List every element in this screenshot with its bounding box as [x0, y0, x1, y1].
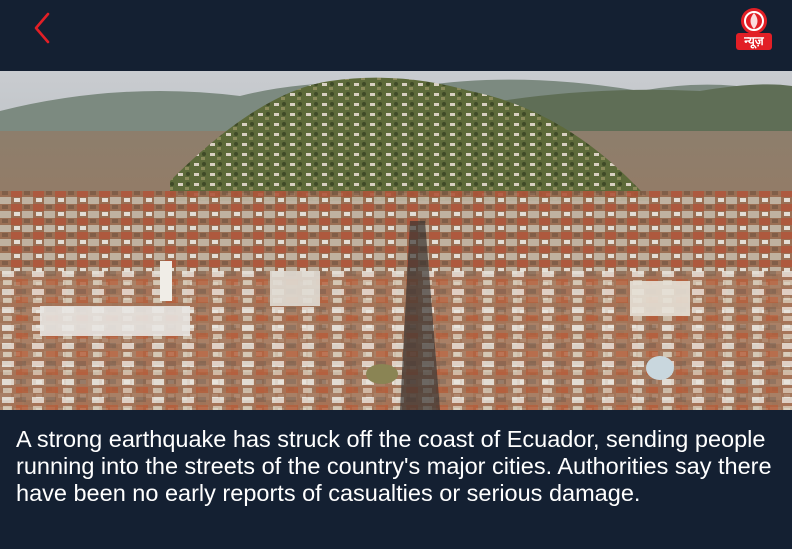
- top-bar: न्यूज़: [0, 0, 792, 71]
- article-text: A strong earthquake has struck off the c…: [16, 426, 772, 506]
- dd-news-logo: न्यूज़: [733, 6, 775, 52]
- logo-text: न्यूज़: [744, 34, 764, 48]
- chevron-left-icon[interactable]: [28, 10, 58, 46]
- hero-image: [0, 71, 792, 410]
